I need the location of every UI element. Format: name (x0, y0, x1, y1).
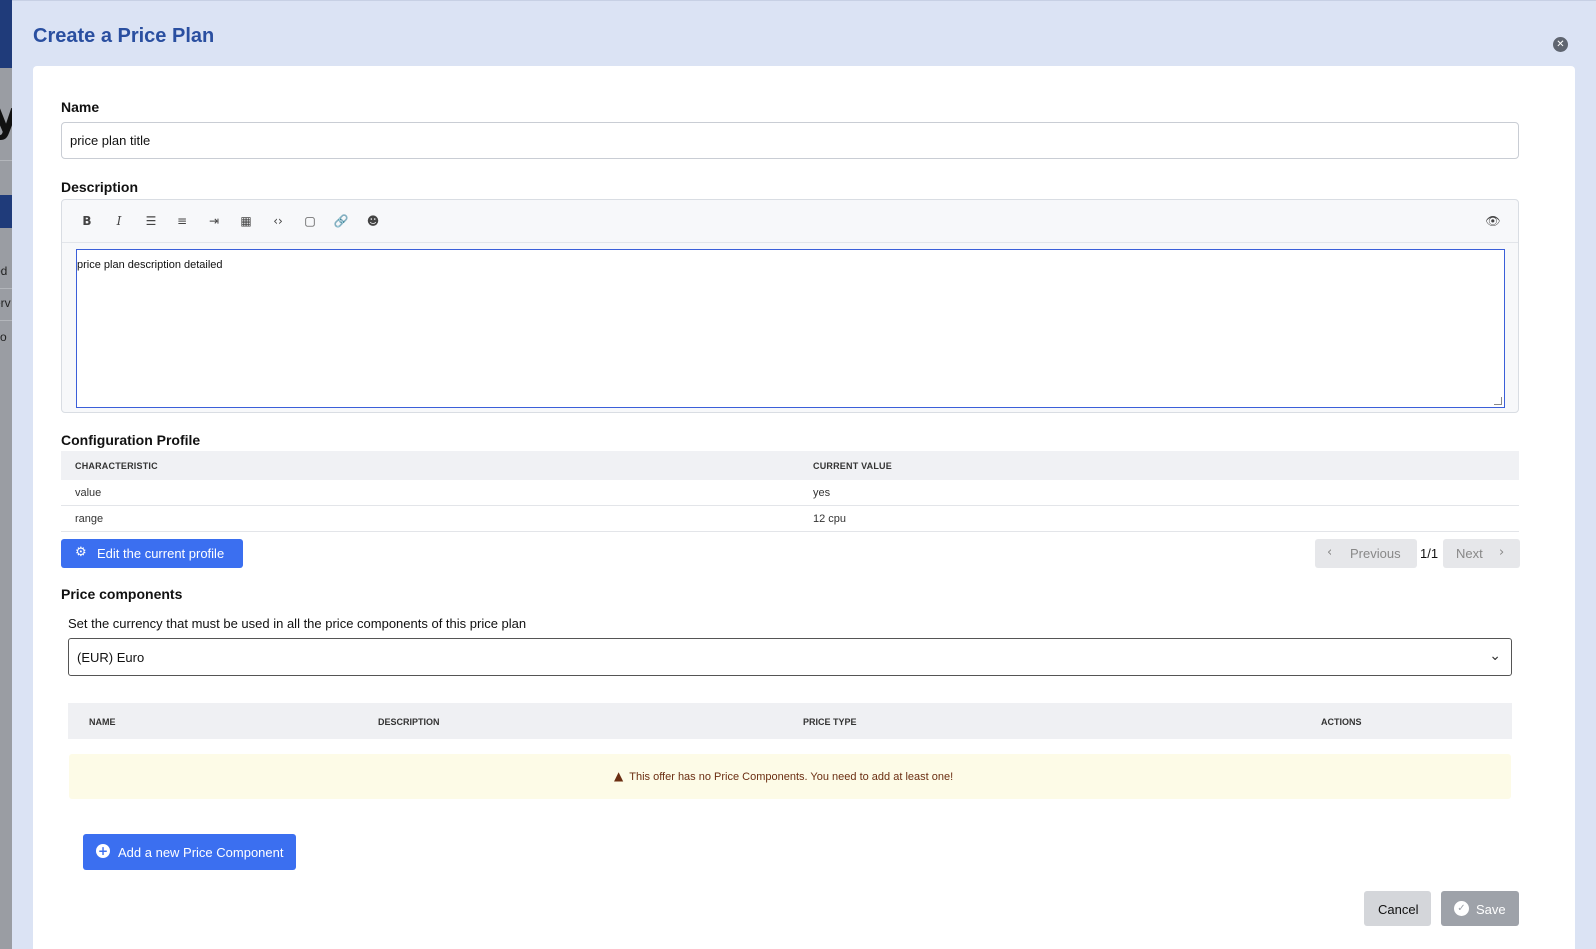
table-header: CHARACTERISTIC CURRENT VALUE (61, 451, 1519, 480)
table-row: range 12 cpu (61, 506, 1519, 532)
edit-profile-button[interactable]: ⚙ Edit the current profile (61, 539, 243, 568)
cancel-button[interactable]: Cancel (1364, 891, 1431, 926)
resize-handle[interactable] (1494, 397, 1502, 405)
description-textarea[interactable]: price plan description detailed (76, 249, 1505, 408)
warning-text: This offer has no Price Components. You … (629, 771, 954, 783)
italic-icon[interactable]: I (111, 213, 127, 229)
numbered-list-icon[interactable]: ≡ (174, 213, 190, 229)
modal-body: Name Description B I ☰ ≡ ⇥ ▦ ‹› ▢ 🔗 ☻ 👁 … (33, 66, 1575, 949)
name-label: Name (61, 99, 100, 115)
characteristic-cell: range (75, 513, 104, 525)
save-label: Save (1476, 902, 1506, 917)
column-header-name: NAME (89, 717, 116, 727)
chevron-left-icon: ‹ (1327, 545, 1333, 560)
currency-value: (EUR) Euro (77, 650, 145, 665)
currency-select[interactable]: (EUR) Euro ⌄ (68, 638, 1512, 676)
edit-profile-label: Edit the current profile (97, 546, 225, 561)
table-icon[interactable]: ▦ (238, 213, 254, 229)
table-row: value yes (61, 480, 1519, 506)
description-text: price plan description detailed (77, 259, 223, 271)
preview-eye-icon[interactable]: 👁 (1485, 213, 1501, 229)
create-price-plan-modal: Create a Price Plan ✕ Name Description B… (12, 0, 1596, 949)
background-divider (0, 288, 12, 289)
emoji-icon[interactable]: ☻ (365, 213, 381, 229)
configuration-profile-table: CHARACTERISTIC CURRENT VALUE value yes r… (61, 451, 1519, 532)
warning-triangle-icon: ▲ (614, 769, 624, 783)
characteristic-cell: value (75, 487, 102, 499)
background-text-fragment: od (0, 264, 8, 278)
add-price-component-label: Add a new Price Component (118, 845, 284, 860)
chevron-right-icon: › (1499, 545, 1505, 560)
background-header (0, 0, 12, 68)
indent-icon[interactable]: ⇥ (206, 213, 222, 229)
price-components-table-header: NAME DESCRIPTION PRICE TYPE ACTIONS (68, 703, 1512, 739)
save-button[interactable]: ✓ Save (1441, 891, 1519, 926)
editor-toolbar: B I ☰ ≡ ⇥ ▦ ‹› ▢ 🔗 ☻ 👁 (62, 200, 1518, 243)
name-input[interactable] (61, 122, 1519, 159)
background-divider (0, 160, 12, 161)
currency-helper-text: Set the currency that must be used in al… (68, 616, 527, 631)
description-label: Description (61, 179, 139, 195)
chevron-down-icon: ⌄ (1489, 648, 1501, 664)
link-icon[interactable]: 🔗 (333, 213, 349, 229)
background-text-fragment: so (0, 330, 7, 344)
column-header-price-type: PRICE TYPE (803, 717, 857, 727)
column-header-characteristic: CHARACTERISTIC (75, 461, 158, 471)
background-text-fragment: erv (0, 296, 11, 310)
plus-circle-icon: + (96, 844, 110, 858)
modal-title: Create a Price Plan (33, 25, 215, 47)
column-header-actions: ACTIONS (1321, 717, 1362, 727)
code-block-icon[interactable]: ▢ (302, 213, 318, 229)
column-header-current-value: CURRENT VALUE (813, 461, 892, 471)
add-price-component-button[interactable]: + Add a new Price Component (83, 834, 296, 870)
close-icon[interactable]: ✕ (1553, 37, 1568, 52)
background-divider (0, 320, 12, 321)
save-check-icon: ✓ (1454, 901, 1469, 916)
next-button[interactable]: Next › (1443, 539, 1520, 568)
warning-content: ▲ This offer has no Price Components. You… (614, 769, 953, 783)
description-editor: B I ☰ ≡ ⇥ ▦ ‹› ▢ 🔗 ☻ 👁 price plan descri… (61, 199, 1519, 413)
current-value-cell: yes (813, 487, 831, 499)
cancel-label: Cancel (1378, 902, 1419, 917)
no-price-components-warning: ▲ This offer has no Price Components. You… (69, 754, 1511, 799)
previous-label: Previous (1350, 546, 1401, 561)
sliders-icon: ⚙ (75, 545, 87, 560)
price-components-label: Price components (61, 586, 183, 602)
current-value-cell: 12 cpu (813, 513, 847, 525)
column-header-description: DESCRIPTION (378, 717, 440, 727)
page-indicator: 1/1 (1420, 546, 1439, 561)
background-page: y od erv so (0, 0, 12, 949)
bullet-list-icon[interactable]: ☰ (143, 213, 159, 229)
bold-icon[interactable]: B (79, 213, 95, 229)
background-nav-active (0, 195, 12, 228)
code-icon[interactable]: ‹› (270, 213, 286, 229)
previous-button[interactable]: ‹ Previous (1315, 539, 1417, 568)
configuration-profile-label: Configuration Profile (61, 432, 201, 448)
next-label: Next (1456, 546, 1483, 561)
background-heading-fragment: y (0, 92, 12, 141)
